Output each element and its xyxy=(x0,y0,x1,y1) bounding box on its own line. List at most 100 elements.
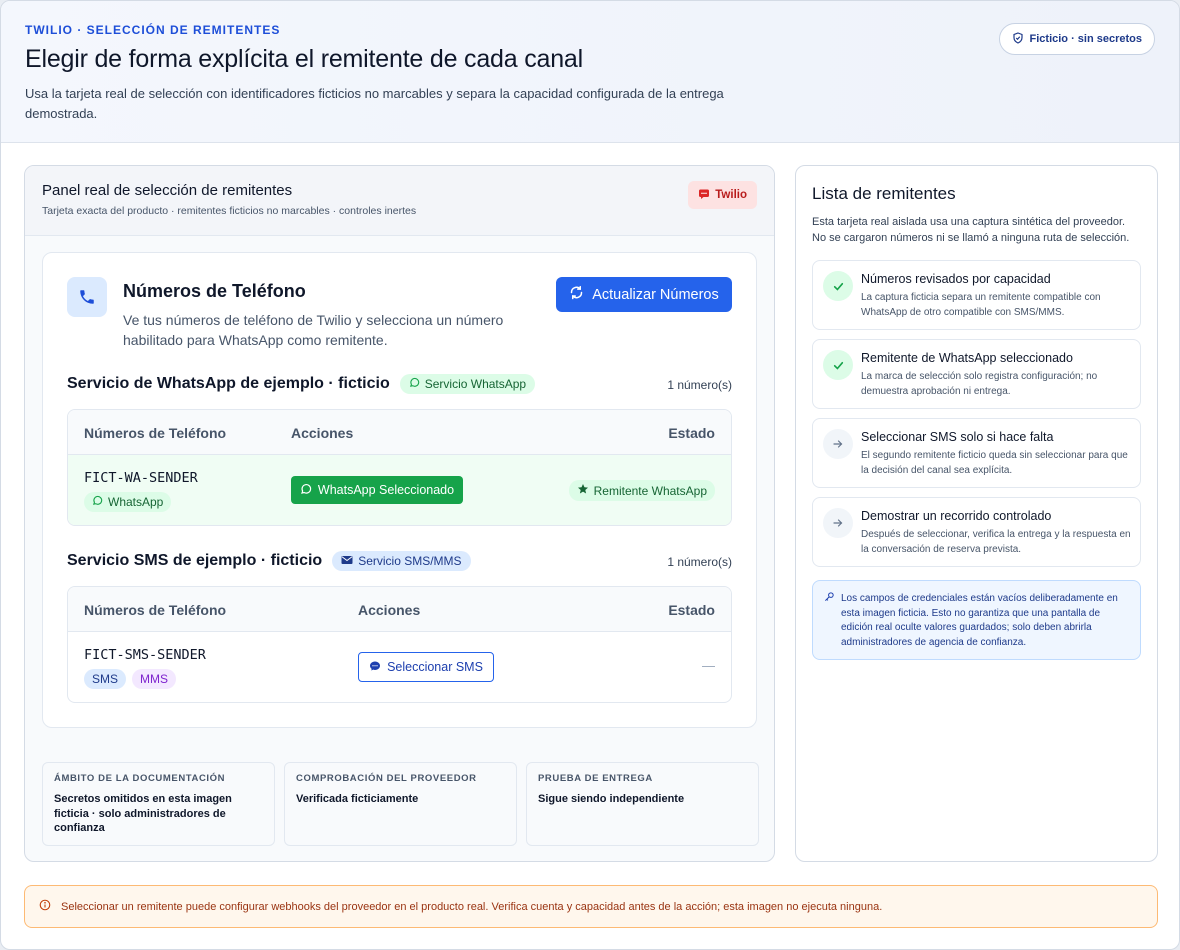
checklist-step: Números revisados por capacidad La captu… xyxy=(812,260,1141,330)
step-title: Números revisados por capacidad xyxy=(861,272,1051,286)
arrow-right-icon xyxy=(823,429,853,459)
whatsapp-section-title: Servicio de WhatsApp de ejemplo · fictic… xyxy=(67,374,536,394)
info-box-label: PRUEBA DE ENTREGA xyxy=(538,773,653,784)
star-icon xyxy=(577,483,589,498)
capability-tags: WhatsApp xyxy=(84,492,172,512)
whatsapp-selected-label: WhatsApp Seleccionado xyxy=(317,483,455,497)
status-label: Remitente WhatsApp xyxy=(593,483,707,498)
page-subtitle: Usa la tarjeta real de selección con ide… xyxy=(25,86,724,121)
whatsapp-count: 1 número(s) xyxy=(667,378,732,392)
whatsapp-table: Números de Teléfono Acciones Estado FICT… xyxy=(67,409,732,526)
capability-tags: SMS MMS xyxy=(84,669,177,689)
checklist-step: Remitente de WhatsApp seleccionado La ma… xyxy=(812,339,1141,409)
card-description: Ve tus números de teléfono de Twilio y s… xyxy=(123,312,504,348)
table-header: Números de Teléfono Acciones Estado xyxy=(68,410,731,455)
table-row: FICT-SMS-SENDER SMS MMS Seleccionar SMS … xyxy=(68,632,731,702)
info-box-label: COMPROBACIÓN DEL PROVEEDOR xyxy=(296,773,477,784)
column-header-status: Estado xyxy=(668,602,715,618)
refresh-numbers-button[interactable]: Actualizar Números xyxy=(556,277,732,312)
info-icon xyxy=(39,899,51,914)
step-title: Seleccionar SMS solo si hace falta xyxy=(861,430,1054,444)
warning-banner: Seleccionar un remitente puede configura… xyxy=(24,885,1158,928)
whatsapp-selected-button[interactable]: WhatsApp Seleccionado xyxy=(291,476,463,504)
info-box-value: Secretos omitidos en esta imagen fictici… xyxy=(54,793,232,834)
arrow-right-icon xyxy=(823,508,853,538)
chat-icon xyxy=(698,188,710,203)
sender-checklist: Lista de remitentes Esta tarjeta real ai… xyxy=(795,165,1158,862)
phone-numbers-card: Números de Teléfono Ve tus números de te… xyxy=(42,252,757,728)
select-sms-label: Seleccionar SMS xyxy=(387,660,483,674)
whatsapp-section-label: Servicio de WhatsApp de ejemplo · fictic… xyxy=(67,375,390,392)
panel-title: Panel real de selección de remitentes xyxy=(42,182,293,199)
whatsapp-service-pill: Servicio WhatsApp xyxy=(399,374,536,394)
status-empty: — xyxy=(702,658,715,673)
eyebrow: TWILIO · SELECCIÓN DE REMITENTES xyxy=(25,23,281,37)
step-description: La marca de selección solo registra conf… xyxy=(861,371,1098,397)
page-title: Elegir de forma explícita el remitente d… xyxy=(25,45,583,73)
panel-header: Panel real de selección de remitentes Ta… xyxy=(25,166,774,236)
warning-text: Seleccionar un remitente puede configura… xyxy=(61,900,883,913)
sender-id: FICT-WA-SENDER xyxy=(84,470,198,486)
whatsapp-icon xyxy=(92,495,103,509)
panel-subtitle: Tarjeta exacta del producto · remitentes… xyxy=(42,205,417,217)
checklist-step: Seleccionar SMS solo si hace falta El se… xyxy=(812,418,1141,488)
shield-icon xyxy=(1012,31,1024,47)
capability-tag-label: WhatsApp xyxy=(108,495,164,509)
info-boxes: ÁMBITO DE LA DOCUMENTACIÓN Secretos omit… xyxy=(42,762,759,846)
column-header-numbers: Números de Teléfono xyxy=(84,425,227,441)
status-badge: Remitente WhatsApp xyxy=(568,480,715,501)
refresh-icon xyxy=(569,285,584,304)
sms-service-pill-label: Servicio SMS/MMS xyxy=(358,554,462,568)
table-header: Números de Teléfono Acciones Estado xyxy=(68,587,731,632)
sms-table: Números de Teléfono Acciones Estado FICT… xyxy=(67,586,732,703)
step-description: Después de seleccionar, verifica la entr… xyxy=(861,529,1131,555)
card-title: Números de Teléfono xyxy=(123,281,306,301)
info-box-value: Sigue siendo independiente xyxy=(538,793,685,805)
capability-tag-mms: MMS xyxy=(132,669,177,689)
column-header-actions: Acciones xyxy=(291,425,354,441)
check-icon xyxy=(823,271,853,301)
credentials-note-text: Los campos de credenciales están vacíos … xyxy=(841,593,1118,648)
column-header-status: Estado xyxy=(668,425,715,441)
sms-section-title: Servicio SMS de ejemplo · ficticio Servi… xyxy=(67,551,471,571)
fictitious-badge: Ficticio · sin secretos xyxy=(998,23,1155,55)
checklist-description: Esta tarjeta real aislada usa una captur… xyxy=(812,216,1130,244)
step-title: Remitente de WhatsApp seleccionado xyxy=(861,351,1073,365)
twilio-badge-label: Twilio xyxy=(715,189,747,201)
whatsapp-service-pill-label: Servicio WhatsApp xyxy=(424,377,527,391)
sender-selection-panel: Panel real de selección de remitentes Ta… xyxy=(24,165,775,862)
info-box-documentation-scope: ÁMBITO DE LA DOCUMENTACIÓN Secretos omit… xyxy=(42,762,275,846)
info-box-value: Verificada ficticiamente xyxy=(296,793,419,805)
check-icon xyxy=(823,350,853,380)
chat-icon xyxy=(369,660,381,675)
refresh-numbers-label: Actualizar Números xyxy=(592,286,719,303)
table-row: FICT-WA-SENDER WhatsApp WhatsApp Selecci… xyxy=(68,455,731,525)
phone-icon xyxy=(67,277,107,317)
sms-section-label: Servicio SMS de ejemplo · ficticio xyxy=(67,552,323,569)
info-box-provider-check: COMPROBACIÓN DEL PROVEEDOR Verificada fi… xyxy=(284,762,517,846)
page-header: TWILIO · SELECCIÓN DE REMITENTES Elegir … xyxy=(1,1,1179,143)
fictitious-badge-label: Ficticio · sin secretos xyxy=(1029,33,1142,45)
column-header-actions: Acciones xyxy=(358,602,421,618)
info-box-label: ÁMBITO DE LA DOCUMENTACIÓN xyxy=(54,773,226,784)
sender-id: FICT-SMS-SENDER xyxy=(84,647,206,663)
key-icon xyxy=(824,591,835,607)
step-title: Demostrar un recorrido controlado xyxy=(861,509,1052,523)
credentials-note: Los campos de credenciales están vacíos … xyxy=(812,580,1141,660)
sms-count: 1 número(s) xyxy=(667,555,732,569)
envelope-icon xyxy=(341,554,353,568)
info-box-delivery-proof: PRUEBA DE ENTREGA Sigue siendo independi… xyxy=(526,762,759,846)
step-description: El segundo remitente ficticio queda sin … xyxy=(861,450,1128,476)
twilio-badge: Twilio xyxy=(688,181,757,209)
whatsapp-icon xyxy=(409,377,420,391)
page-frame: TWILIO · SELECCIÓN DE REMITENTES Elegir … xyxy=(0,0,1180,950)
column-header-numbers: Números de Teléfono xyxy=(84,602,227,618)
sms-service-pill: Servicio SMS/MMS xyxy=(332,551,471,571)
capability-tag-sms: SMS xyxy=(84,669,127,689)
checklist-step: Demostrar un recorrido controlado Despué… xyxy=(812,497,1141,567)
step-description: La captura ficticia separa un remitente … xyxy=(861,292,1101,318)
select-sms-button[interactable]: Seleccionar SMS xyxy=(358,652,494,682)
whatsapp-icon xyxy=(300,483,312,498)
capability-tag-whatsapp: WhatsApp xyxy=(84,492,172,512)
checklist-title: Lista de remitentes xyxy=(812,184,956,203)
